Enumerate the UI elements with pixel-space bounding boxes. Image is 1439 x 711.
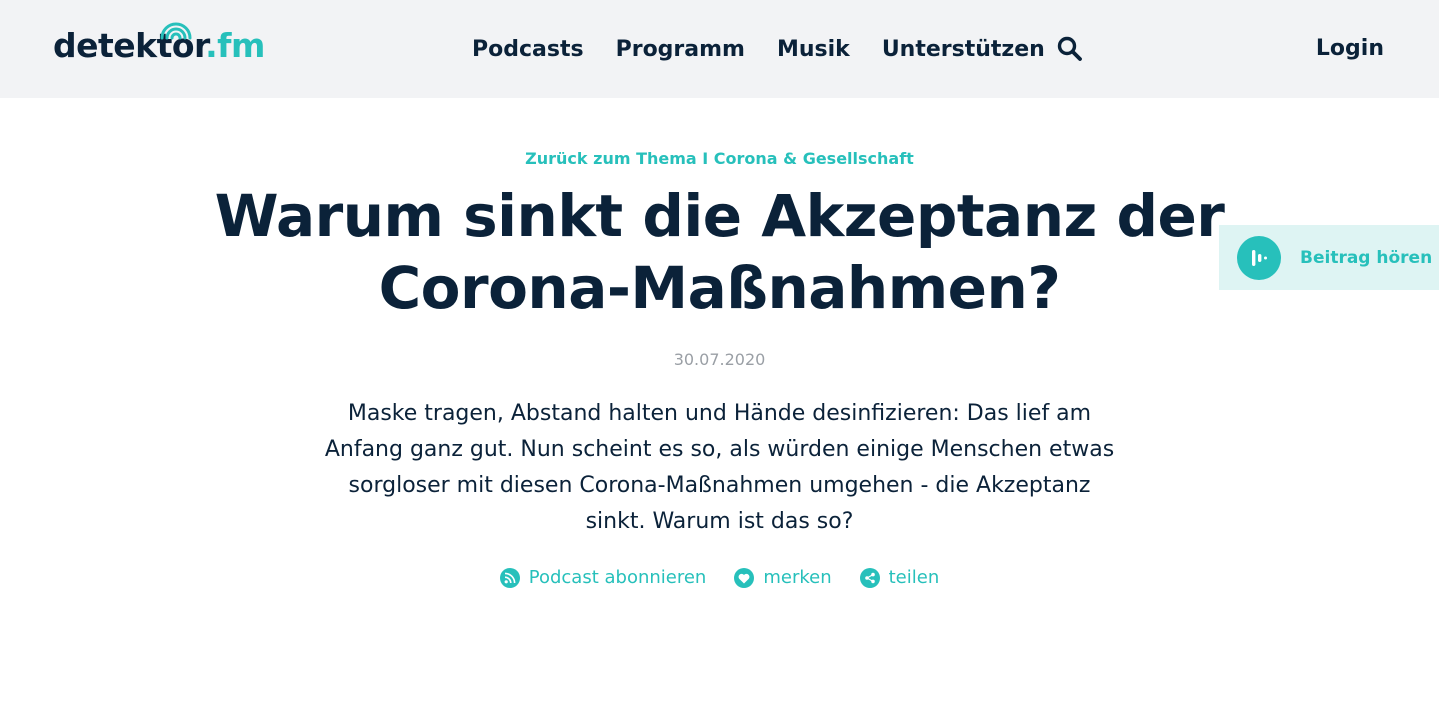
subscribe-podcast-button[interactable]: Podcast abonnieren [499, 565, 707, 591]
search-icon [1057, 36, 1082, 61]
rss-icon [499, 568, 520, 588]
site-logo[interactable]: detektor.fm [53, 22, 265, 68]
nav-item-unterstuetzen[interactable]: Unterstützen [882, 37, 1045, 62]
share-label: teilen [888, 567, 940, 588]
article-teaser: Maske tragen, Abstand halten und Hände d… [324, 401, 1115, 534]
nav-item-programm[interactable]: Programm [616, 37, 745, 62]
search-button[interactable] [1056, 35, 1084, 63]
article-actions: Podcast abonnieren merken teilen [0, 565, 1439, 591]
logo-tld: .fm [205, 26, 265, 65]
nav-item-musik[interactable]: Musik [777, 37, 850, 62]
listen-label: Beitrag hören [1300, 247, 1433, 268]
site-header: detektor.fm Podcasts Programm Musik Unte… [0, 0, 1439, 98]
article-date: 30.07.2020 [673, 350, 766, 369]
share-button[interactable]: teilen [859, 565, 940, 591]
listen-button[interactable]: Beitrag hören [1219, 225, 1439, 290]
share-icon [859, 568, 880, 588]
subscribe-podcast-label: Podcast abonnieren [528, 567, 707, 588]
bookmark-button[interactable]: merken [734, 565, 832, 591]
audio-bars-icon [1237, 235, 1281, 280]
heart-icon [734, 568, 755, 588]
bookmark-label: merken [763, 567, 832, 588]
login-link[interactable]: Login [1316, 30, 1384, 68]
main-nav: Podcasts Programm Musik Unterstützen [472, 30, 1077, 68]
broadcast-waves-icon [160, 22, 192, 40]
nav-item-podcasts[interactable]: Podcasts [472, 37, 584, 62]
article-title: Warum sinkt die Akzeptanz der Corona-Maß… [214, 182, 1225, 322]
breadcrumb-back-link[interactable]: Zurück zum Thema I Corona & Gesellschaft [0, 147, 1439, 171]
